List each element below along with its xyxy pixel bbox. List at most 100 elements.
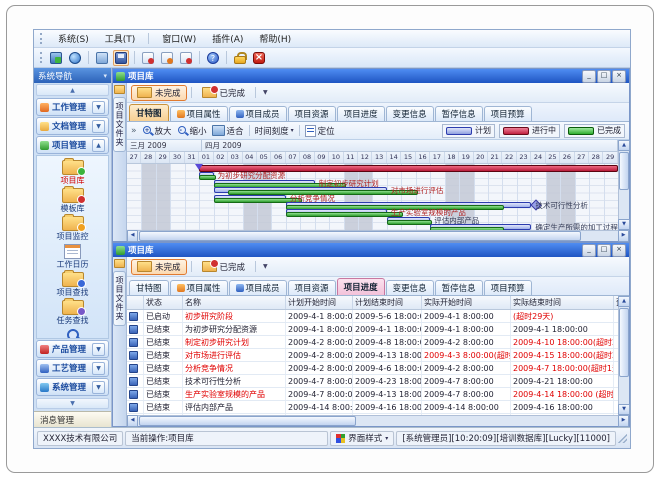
ui-style-button[interactable]: 界面样式 ▾ bbox=[330, 431, 394, 446]
sidebar-group-系统管理[interactable]: 系统管理▼ bbox=[36, 378, 109, 396]
resize-grip[interactable] bbox=[618, 434, 627, 443]
tab-项目成员[interactable]: 项目成员 bbox=[229, 106, 287, 121]
pin-icon[interactable]: ▾ bbox=[103, 72, 107, 80]
filter-未完成[interactable]: 未完成 bbox=[131, 85, 187, 101]
gantt-plot-area[interactable]: 为初步研究分配资源制定初步研究计划对市场进行评估分析竞争情况技术可行性分析生产实… bbox=[127, 164, 618, 230]
sidebar-item-项目文档查找[interactable]: 项目文档查找 bbox=[37, 326, 108, 339]
gantt-bar-评估内部产品[interactable]: 评估内部产品 bbox=[387, 217, 430, 224]
scroll-down-icon[interactable]: ▼ bbox=[618, 404, 630, 415]
scroll-right-icon[interactable]: ▶ bbox=[618, 230, 629, 242]
save-icon[interactable] bbox=[113, 50, 129, 66]
fit-button[interactable]: 适合 bbox=[212, 125, 244, 137]
filter-已完成[interactable]: 已完成 bbox=[196, 85, 252, 101]
sidebar-group-工艺管理[interactable]: 工艺管理▼ bbox=[36, 359, 109, 377]
menu-item-1[interactable]: 工具(T) bbox=[102, 31, 139, 46]
scrollbar-thumb[interactable] bbox=[139, 231, 581, 241]
close-button[interactable]: × bbox=[612, 70, 626, 83]
gantt-window-titlebar[interactable]: 项目库 _ □ × bbox=[113, 69, 629, 83]
sidebar-group-项目管理[interactable]: 项目管理▲ bbox=[36, 136, 109, 154]
scroll-left-icon[interactable]: ◀ bbox=[127, 415, 138, 427]
tab-暂停信息[interactable]: 暂停信息 bbox=[435, 106, 483, 121]
chevron-up-icon[interactable]: ▲ bbox=[92, 139, 105, 152]
internet-icon[interactable] bbox=[67, 50, 83, 66]
chevron-down-icon[interactable]: ▼ bbox=[92, 120, 105, 133]
tab-项目进度[interactable]: 项目进度 bbox=[337, 106, 385, 121]
table-row[interactable]: 已结束对市场进行评估2009-4-2 8:00:002009-4-13 18:0… bbox=[127, 349, 618, 362]
close-button[interactable]: × bbox=[612, 244, 626, 257]
table-row[interactable]: 已结束技术可行性分析2009-4-7 8:00:002009-4-23 18:0… bbox=[127, 375, 618, 388]
table-row[interactable]: 已启动初步研究阶段2009-4-1 8:00:002009-5-6 18:00:… bbox=[127, 310, 618, 323]
open-folder-icon[interactable] bbox=[94, 50, 110, 66]
zoom-in-button[interactable]: + 放大 bbox=[142, 125, 172, 137]
gantt-bar-分析竞争情况[interactable]: 分析竞争情况 bbox=[214, 195, 286, 202]
gantt-bar-制定初步研究计划[interactable]: 制定初步研究计划 bbox=[214, 180, 315, 187]
table-row[interactable]: 已结束制定初步研究计划2009-4-2 8:00:002009-4-8 18:0… bbox=[127, 336, 618, 349]
table-row[interactable]: 已结束为初步研究分配资源2009-4-1 8:00:002009-4-1 18:… bbox=[127, 323, 618, 336]
tab-项目预算[interactable]: 项目预算 bbox=[484, 106, 532, 121]
minimize-button[interactable]: _ bbox=[582, 244, 596, 257]
tab-变更信息[interactable]: 变更信息 bbox=[386, 106, 434, 121]
filter-已完成[interactable]: 已完成 bbox=[196, 259, 252, 275]
maximize-button[interactable]: □ bbox=[597, 244, 611, 257]
tab-项目成员[interactable]: 项目成员 bbox=[229, 280, 287, 295]
tab-项目预算[interactable]: 项目预算 bbox=[484, 280, 532, 295]
exit-icon[interactable] bbox=[251, 50, 267, 66]
sidebar-group-工作管理[interactable]: 工作管理▼ bbox=[36, 98, 109, 116]
scroll-left-icon[interactable]: ◀ bbox=[127, 230, 138, 242]
time-scale-button[interactable]: 时间刻度 ▾ bbox=[255, 125, 294, 137]
sidebar-item-项目库[interactable]: 项目库 bbox=[37, 158, 108, 186]
tab-变更信息[interactable]: 变更信息 bbox=[386, 280, 434, 295]
gantt-bar-生产实验室规模的产品[interactable]: 生产实验室规模的产品 bbox=[286, 209, 387, 216]
tab-甘特图[interactable]: 甘特图 bbox=[129, 280, 169, 295]
gantt-bar-确定生产所需的加工过程[interactable]: 确定生产所需的加工过程 bbox=[430, 224, 531, 230]
report-add-icon[interactable] bbox=[140, 50, 156, 66]
column-header-名称[interactable]: 名称 bbox=[183, 296, 286, 309]
scroll-up-icon[interactable]: ▲ bbox=[618, 296, 630, 307]
gantt-horizontal-scrollbar[interactable]: ◀ ▶ bbox=[127, 230, 629, 241]
chevron-down-icon[interactable]: ▼ bbox=[92, 362, 105, 375]
tab-甘特图[interactable]: 甘特图 bbox=[129, 104, 169, 121]
table-horizontal-scrollbar[interactable]: ◀ ▶ bbox=[127, 415, 629, 426]
scroll-right-icon[interactable]: ▶ bbox=[618, 415, 629, 427]
zoom-out-button[interactable]: - 缩小 bbox=[177, 125, 207, 137]
toolbar-chevron-icon[interactable]: » bbox=[131, 126, 137, 136]
minimize-button[interactable]: _ bbox=[582, 70, 596, 83]
tab-项目资源[interactable]: 项目资源 bbox=[288, 280, 336, 295]
menu-item-3[interactable]: 插件(A) bbox=[209, 31, 246, 46]
sidebar-item-模板库[interactable]: 模板库 bbox=[37, 186, 108, 214]
lock-icon[interactable] bbox=[232, 50, 248, 66]
column-header-icon[interactable] bbox=[127, 296, 144, 309]
table-row[interactable]: 已结束评估内部产品2009-4-14 8:00:002009-4-16 18:0… bbox=[127, 401, 618, 414]
scroll-down-icon[interactable]: ▼ bbox=[618, 219, 630, 230]
report-delete-icon[interactable] bbox=[178, 50, 194, 66]
sidebar-group-产品管理[interactable]: 产品管理▼ bbox=[36, 340, 109, 358]
column-header-实际结束时间[interactable]: 实际结束时间 bbox=[511, 296, 614, 309]
table-vertical-scrollbar[interactable]: ▲ ▼ bbox=[618, 296, 629, 415]
scrollbar-thumb[interactable] bbox=[139, 416, 356, 426]
sidebar-item-任务查找[interactable]: 任务查找 bbox=[37, 298, 108, 326]
column-header-计划结束时间[interactable]: 计划结束时间 bbox=[353, 296, 422, 309]
scrollbar-thumb[interactable] bbox=[619, 308, 629, 377]
column-header-计划开始时间[interactable]: 计划开始时间 bbox=[286, 296, 353, 309]
report-edit-icon[interactable] bbox=[159, 50, 175, 66]
tab-暂停信息[interactable]: 暂停信息 bbox=[435, 280, 483, 295]
filter-未完成[interactable]: 未完成 bbox=[131, 259, 187, 275]
workstation-icon[interactable] bbox=[48, 50, 64, 66]
sidebar-item-项目监控[interactable]: 项目监控 bbox=[37, 214, 108, 242]
sidebar-tab-messages[interactable]: 消息管理 bbox=[34, 411, 111, 427]
maximize-button[interactable]: □ bbox=[597, 70, 611, 83]
sidebar-overflow-button[interactable]: ▼ bbox=[36, 398, 109, 409]
scrollbar-thumb[interactable] bbox=[619, 152, 629, 190]
menu-item-0[interactable]: 系统(S) bbox=[55, 31, 92, 46]
table-row[interactable]: 已结束分析竞争情况2009-4-2 8:00:002009-4-6 18:00:… bbox=[127, 362, 618, 375]
sidebar-group-文档管理[interactable]: 文档管理▼ bbox=[36, 117, 109, 135]
column-header-实际开始时间[interactable]: 实际开始时间 bbox=[422, 296, 511, 309]
tab-项目属性[interactable]: 项目属性 bbox=[170, 106, 228, 121]
tab-项目属性[interactable]: 项目属性 bbox=[170, 280, 228, 295]
chevron-down-icon[interactable]: ▼ bbox=[92, 343, 105, 356]
chevron-down-icon[interactable]: ▼ bbox=[92, 101, 105, 114]
project-folder-tab[interactable]: 项目文件夹 bbox=[113, 97, 126, 152]
menu-item-2[interactable]: 窗口(W) bbox=[159, 31, 199, 46]
menu-item-4[interactable]: 帮助(H) bbox=[256, 31, 294, 46]
tab-项目资源[interactable]: 项目资源 bbox=[288, 106, 336, 121]
